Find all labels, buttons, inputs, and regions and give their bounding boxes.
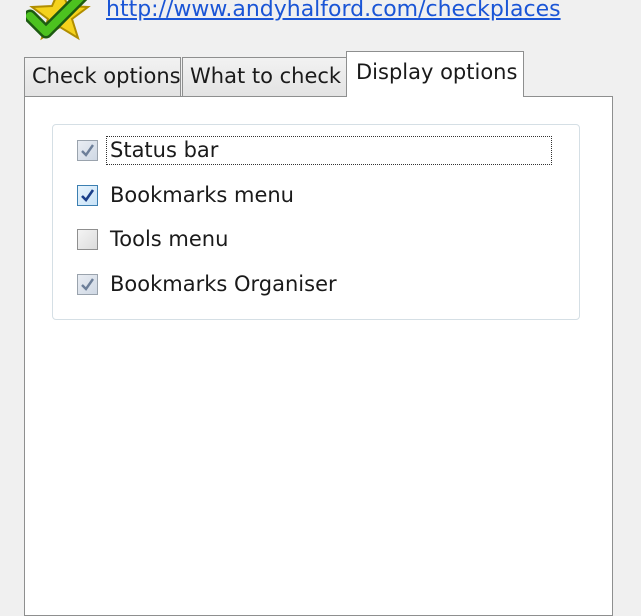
bookmarks-organiser-checkbox[interactable] [77,273,98,295]
display-options-group: Status bar Bookmarks menu Tools menu Boo… [52,124,580,320]
status-bar-checkbox[interactable] [77,139,98,161]
option-bookmarks-organiser[interactable]: Bookmarks Organiser [77,266,341,302]
bookmarks-organiser-label: Bookmarks Organiser [110,271,337,296]
tools-menu-checkbox[interactable] [77,228,98,250]
homepage-link[interactable]: http://www.andyhalford.com/checkplaces [106,0,561,22]
checkmark-icon [81,277,94,291]
checkmark-icon [81,188,95,202]
tools-menu-label: Tools menu [110,226,229,251]
bookmarks-menu-checkbox[interactable] [77,184,98,206]
tab-label: Check options [32,64,181,88]
green-checkmark-star-icon [26,0,91,41]
tab-label: What to check [190,64,342,88]
option-status-bar[interactable]: Status bar [77,132,552,168]
tab-what-to-check[interactable]: What to check [182,57,347,96]
option-bookmarks-menu[interactable]: Bookmarks menu [77,177,298,213]
tab-check-options[interactable]: Check options [24,57,181,96]
tab-label: Display options [356,60,518,84]
option-tools-menu[interactable]: Tools menu [77,221,232,257]
display-options-panel: Status bar Bookmarks menu Tools menu Boo… [24,96,613,616]
tab-display-options[interactable]: Display options [346,51,524,97]
checkmark-icon [81,143,94,157]
status-bar-label: Status bar [106,135,552,165]
bookmarks-menu-label: Bookmarks menu [110,182,294,207]
